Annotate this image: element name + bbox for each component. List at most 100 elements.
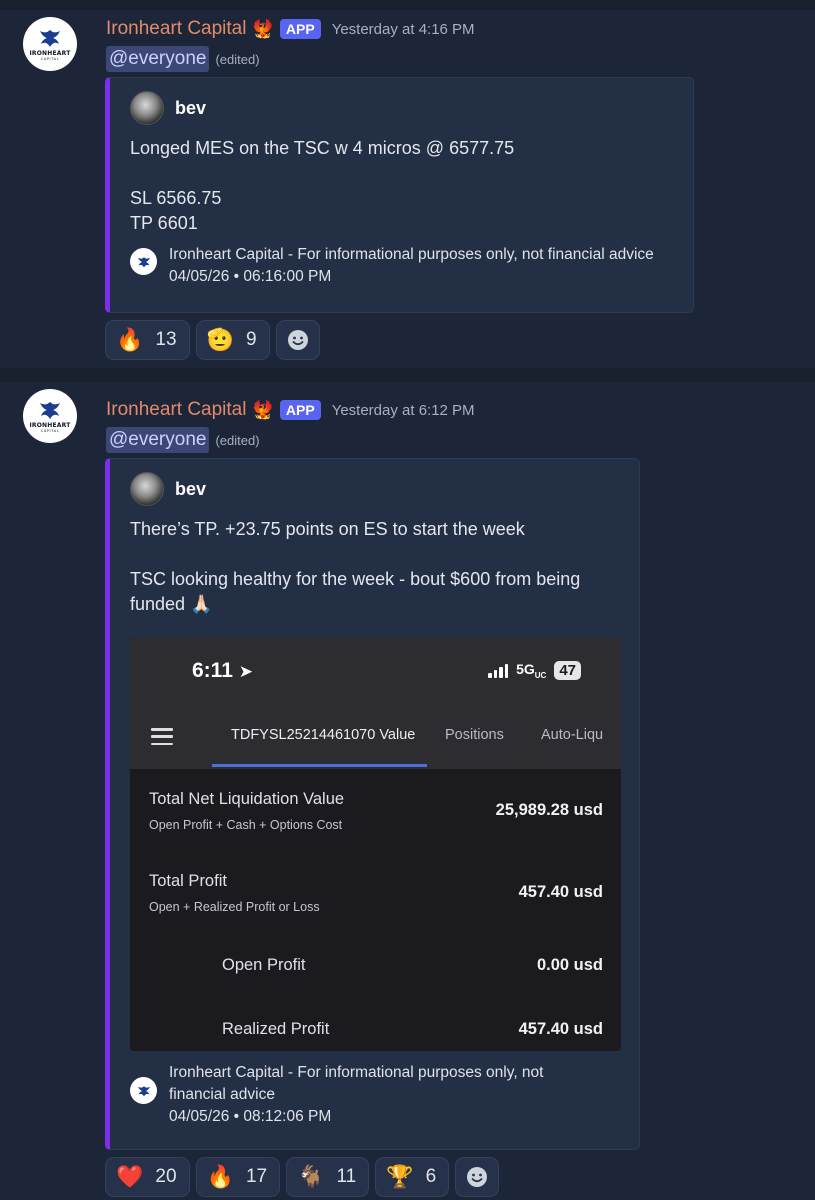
avatar-brand-subtext: CAPITAL (40, 57, 60, 61)
active-tab-indicator (212, 764, 427, 767)
message-header: Ironheart Capital 🐦‍🔥 APP Yesterday at 6… (106, 397, 475, 423)
footer-text: Ironheart Capital - For informational pu… (169, 244, 654, 288)
footer-avatar (130, 1077, 157, 1104)
embed-line: TP 6601 (130, 213, 198, 233)
embed-description: There’s TP. +23.75 points on ES to start… (130, 517, 580, 617)
heart-icon: ❤️ (116, 1164, 144, 1189)
tab-value: TDFYSL25214461070 Value (231, 727, 416, 743)
open-profit-label: Open Profit (222, 956, 306, 974)
message-1: IRONHEART CAPITAL Ironheart Capital 🐦‍🔥 … (0, 10, 815, 368)
menu-icon (151, 728, 173, 745)
fire-icon: 🔥 (206, 1164, 234, 1189)
author-name[interactable]: Ironheart Capital (106, 18, 246, 40)
add-reaction-button[interactable] (275, 320, 320, 360)
everyone-mention[interactable]: @everyone (106, 427, 210, 453)
net-liquidation-sub: Open Profit + Cash + Options Cost (149, 818, 343, 832)
embed-footer: Ironheart Capital - For informational pu… (130, 244, 654, 288)
message-2: IRONHEART CAPITAL Ironheart Capital 🐦‍🔥 … (0, 382, 815, 1200)
account-values: Total Net Liquidation Value Open Profit … (130, 769, 621, 1051)
reaction-fire[interactable]: 🔥 17 (195, 1157, 281, 1197)
net-liquidation-value: 25,989.28 usd (495, 801, 603, 819)
phoenix-logo-icon (137, 1085, 150, 1096)
footer-disclaimer: Ironheart Capital - For informational pu… (169, 246, 654, 263)
top-strip (0, 0, 815, 10)
embed-author-name[interactable]: bev (175, 98, 206, 119)
signal-bars-icon (488, 663, 509, 678)
author-name[interactable]: Ironheart Capital (106, 399, 246, 421)
reaction-count: 20 (155, 1166, 177, 1187)
message-embed: bev Longed MES on the TSC w 4 micros @ 6… (105, 77, 694, 313)
message-timestamp[interactable]: Yesterday at 4:16 PM (332, 21, 475, 38)
reaction-fire[interactable]: 🔥 13 (105, 320, 190, 360)
goat-icon: 🐐 (297, 1164, 325, 1189)
footer-avatar (130, 248, 157, 275)
embed-author: bev (130, 472, 206, 506)
bot-avatar[interactable]: IRONHEART CAPITAL (23, 389, 77, 443)
message-content: @everyone (edited) (106, 46, 260, 72)
embed-line: Longed MES on the TSC w 4 micros @ 6577.… (130, 138, 515, 158)
edited-label: (edited) (215, 51, 260, 67)
footer-timestamp: 04/05/26 • 08:12:06 PM (169, 1108, 332, 1125)
message-header: Ironheart Capital 🐦‍🔥 APP Yesterday at 4… (106, 16, 475, 42)
embed-footer: Ironheart Capital - For informational pu… (130, 1062, 543, 1128)
bot-avatar[interactable]: IRONHEART CAPITAL (23, 17, 77, 71)
edited-label: (edited) (215, 432, 260, 448)
embed-author-name[interactable]: bev (175, 479, 206, 500)
phone-tab-bar: TDFYSL25214461070 Value Positions Auto-L… (130, 705, 621, 769)
footer-text: Ironheart Capital - For informational pu… (169, 1062, 543, 1128)
realized-profit-value: 457.40 usd (518, 1020, 603, 1038)
salute-icon: 🫡 (206, 327, 234, 352)
reaction-goat[interactable]: 🐐 11 (286, 1157, 370, 1197)
reactions-bar: 🔥 13 🫡 9 (105, 320, 320, 360)
phoenix-logo-icon (137, 256, 150, 267)
message-divider (0, 368, 815, 382)
total-profit-sub: Open + Realized Profit or Loss (149, 900, 320, 914)
tab-auto-liquidation: Auto-Liqu (541, 727, 604, 743)
total-profit-value: 457.40 usd (518, 883, 603, 901)
avatar-brand-subtext: CAPITAL (40, 429, 60, 433)
embed-author: bev (130, 91, 206, 125)
reaction-count: 13 (155, 329, 177, 350)
reaction-count: 17 (245, 1166, 268, 1187)
net-liquidation-label: Total Net Liquidation Value (149, 790, 345, 808)
embed-line: funded 🙏🏻 (130, 594, 213, 614)
realized-profit-label: Realized Profit (222, 1020, 330, 1038)
reaction-count: 9 (245, 329, 257, 350)
location-arrow-icon: ➤ (238, 662, 253, 681)
footer-timestamp: 04/05/26 • 06:16:00 PM (169, 268, 332, 285)
message-content: @everyone (edited) (106, 427, 260, 453)
message-timestamp[interactable]: Yesterday at 6:12 PM (332, 402, 475, 419)
everyone-mention[interactable]: @everyone (106, 46, 210, 72)
phoenix-icon: 🐦‍🔥 (251, 399, 274, 420)
phoenix-logo-icon (40, 30, 60, 47)
app-badge: APP (279, 400, 321, 420)
embed-line: TSC looking healthy for the week - bout … (130, 569, 581, 589)
reaction-count: 6 (425, 1166, 437, 1187)
reaction-trophy[interactable]: 🏆 6 (375, 1157, 450, 1197)
reactions-bar: ❤️ 20 🔥 17 🐐 11 🏆 6 (105, 1157, 500, 1197)
footer-disclaimer-cont: financial advice (169, 1086, 275, 1103)
embed-line: There’s TP. +23.75 points on ES to start… (130, 519, 525, 539)
avatar-brand-text: IRONHEART (29, 50, 71, 57)
open-profit-value: 0.00 usd (536, 956, 603, 974)
total-profit-label: Total Profit (149, 872, 227, 890)
smiley-icon (467, 1167, 488, 1187)
embed-author-avatar[interactable] (130, 472, 164, 506)
embed-description: Longed MES on the TSC w 4 micros @ 6577.… (130, 136, 514, 236)
embed-author-avatar[interactable] (130, 91, 164, 125)
phoenix-logo-icon (40, 402, 60, 419)
network-label: 5GUC (516, 661, 547, 680)
fire-icon: 🔥 (116, 327, 144, 352)
app-badge: APP (279, 19, 321, 39)
reaction-count: 11 (336, 1166, 357, 1187)
add-reaction-button[interactable] (455, 1157, 500, 1197)
reaction-salute[interactable]: 🫡 9 (195, 320, 270, 360)
phoenix-icon: 🐦‍🔥 (251, 18, 274, 39)
embed-line: SL 6566.75 (130, 188, 222, 208)
phone-time: 6:11 ➤ (192, 659, 253, 682)
phone-indicators: 5GUC 47 (488, 661, 581, 680)
message-embed: bev There’s TP. +23.75 points on ES to s… (105, 458, 640, 1150)
embed-image[interactable]: 6:11 ➤ 5GUC 47 TDFYSL25214461070 Value P… (130, 637, 621, 1051)
battery-icon: 47 (554, 661, 581, 680)
reaction-heart[interactable]: ❤️ 20 (105, 1157, 190, 1197)
